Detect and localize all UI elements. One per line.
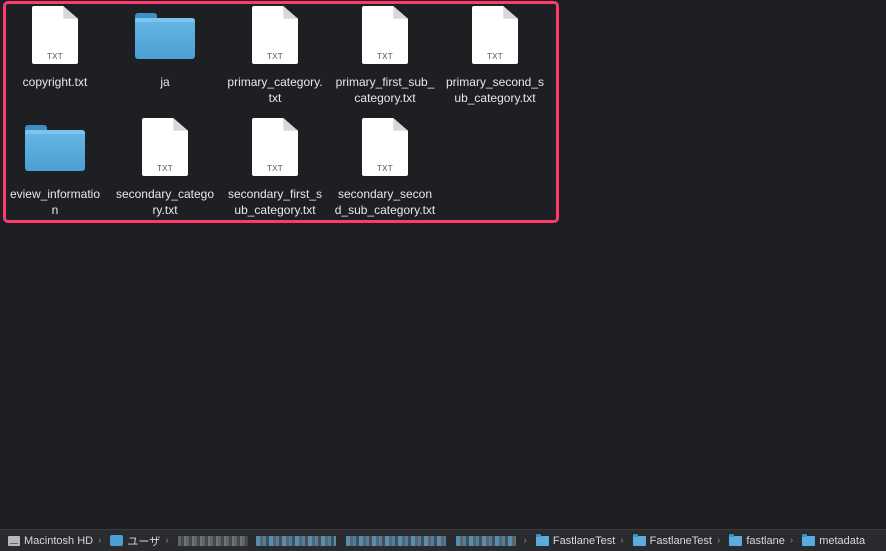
file-icon-wrapper: TXT [0,0,110,64]
path-item-label: metadata [819,534,866,547]
file-name-line: category.txt [354,91,416,105]
file-name-label: secondary_secon d_sub_category.txt [330,186,440,218]
file-name-line: secondary_first_s [227,187,323,201]
folder-icon [632,533,646,546]
file-icon-wrapper: TXT [220,112,330,176]
text-document-icon: TXT [362,6,408,64]
path-item-users[interactable]: ユーザ › [110,533,173,549]
path-item-fastlane[interactable]: fastlane › [729,533,798,547]
path-item-fastlanetest-inner[interactable]: FastlaneTest › [632,533,726,547]
file-extension-label: TXT [266,52,283,61]
file-name-line: primary_first_sub_ [335,75,435,89]
file-name-line: secondary_secon [337,187,433,201]
text-document-icon: TXT [252,118,298,176]
file-item[interactable]: eview_information [0,112,110,218]
path-separator: › [716,535,721,546]
path-separator: › [789,535,794,546]
file-name-line: txt [268,91,282,105]
file-name-line: secondary_catego [115,187,215,201]
file-name-label: primary_first_sub_ category.txt [330,74,440,106]
folder-icon [25,125,85,171]
file-name-label: primary_category.txt [220,74,330,106]
file-item[interactable]: TXT secondary_first_s ub_category.txt [220,112,330,218]
file-item[interactable]: TXT secondary_catego ry.txt [110,112,220,218]
file-icon-wrapper [110,0,220,62]
folder-icon [135,13,195,59]
file-name-label: primary_second_s ub_category.txt [440,74,550,106]
path-item-fastlanetest[interactable]: FastlaneTest › [535,533,629,547]
file-extension-label: TXT [486,52,503,61]
file-icon-wrapper: TXT [330,112,440,176]
file-icon-wrapper [0,112,110,174]
file-icon-wrapper: TXT [440,0,550,64]
text-document-icon: TXT [362,118,408,176]
text-document-icon: TXT [32,6,78,64]
redacted-text [255,535,336,546]
path-separator: › [165,535,169,546]
file-item[interactable]: TXT primary_second_s ub_category.txt [440,0,550,106]
file-item[interactable]: ja [110,0,220,90]
path-item-label: ユーザ [127,535,161,548]
file-item[interactable]: TXT secondary_secon d_sub_category.txt [330,112,440,218]
file-name-line: primary_category. [227,75,323,89]
file-extension-label: TXT [156,164,173,173]
file-name-line: eview_informatio [9,187,101,201]
path-item-metadata[interactable]: metadata [802,533,866,547]
file-item[interactable]: TXT primary_first_sub_ category.txt [330,0,440,106]
path-item-label: FastlaneTest [552,534,616,547]
file-name-line: ub_category.txt [234,203,316,217]
folder-icon [535,533,549,546]
path-separator: › [620,535,624,546]
file-extension-label: TXT [376,52,393,61]
path-item-label: Macintosh HD [24,534,94,547]
redacted-text [455,535,516,546]
path-separator: › [523,535,527,546]
file-name-line: ja [160,75,170,89]
path-separator: › [98,535,102,546]
path-item-macintosh-hd[interactable]: Macintosh HD › [8,535,106,547]
file-icon-wrapper: TXT [110,112,220,176]
path-item-label: fastlane [746,534,785,547]
text-document-icon: TXT [472,6,518,64]
file-name-label: copyright.txt [0,74,110,90]
path-item-label: FastlaneTest [649,534,712,547]
folder-icon [802,533,816,546]
file-item[interactable]: TXT copyright.txt [0,0,110,90]
path-bar: Macintosh HD › ユーザ › › FastlaneTest › Fa… [0,529,886,551]
file-extension-label: TXT [266,164,283,173]
text-document-icon: TXT [252,6,298,64]
hard-drive-icon [8,535,20,546]
file-name-label: secondary_first_s ub_category.txt [220,186,330,218]
path-item-redacted[interactable]: › [177,535,532,546]
file-name-label: eview_information [0,186,110,218]
folder-icon [729,533,743,546]
file-name-line: d_sub_category.txt [334,203,436,217]
file-name-line: ry.txt [152,203,178,217]
redacted-text [177,535,248,546]
file-name-line: ub_category.txt [454,91,536,105]
file-name-label: ja [110,74,220,90]
file-name-line: primary_second_s [445,75,545,89]
file-name-label: secondary_catego ry.txt [110,186,220,218]
file-name-line: copyright.txt [22,75,88,89]
text-document-icon: TXT [142,118,188,176]
user-folder-icon [110,535,124,546]
redacted-text [345,535,446,546]
file-icon-wrapper: TXT [330,0,440,64]
file-extension-label: TXT [46,52,63,61]
file-icon-wrapper: TXT [220,0,330,64]
file-item[interactable]: TXT primary_category.txt [220,0,330,106]
file-name-line: n [51,203,59,217]
file-extension-label: TXT [376,164,393,173]
